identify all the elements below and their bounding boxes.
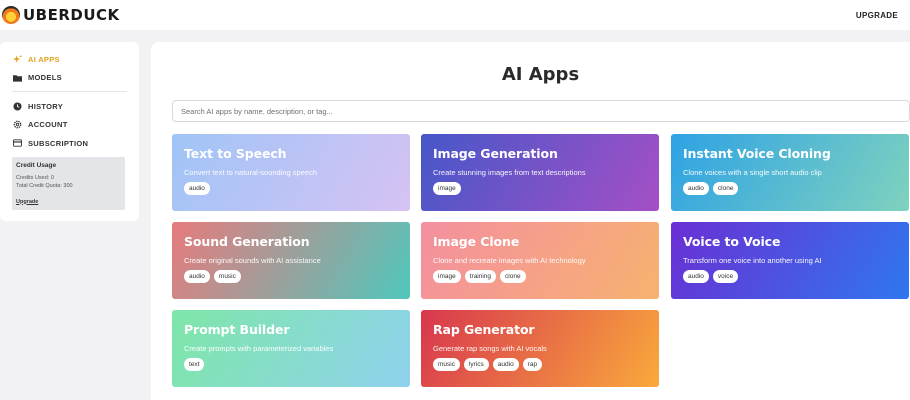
sidebar-item-account[interactable]: ACCOUNT xyxy=(12,116,127,135)
tag-chip[interactable]: text xyxy=(184,358,205,371)
app-card-tags: audio xyxy=(184,182,398,195)
sidebar-item-label: SUBSCRIPTION xyxy=(28,138,89,148)
app-card[interactable]: Rap Generator Generate rap songs with AI … xyxy=(421,310,659,387)
page-title: AI Apps xyxy=(501,64,580,85)
app-card-title: Rap Generator xyxy=(433,322,535,337)
clock-icon xyxy=(12,101,22,111)
app-card-description: Create stunning images from text descrip… xyxy=(433,168,586,177)
card-icon xyxy=(12,138,22,148)
sidebar-item-history[interactable]: HISTORY xyxy=(12,97,127,116)
gear-icon xyxy=(12,120,22,130)
tag-chip[interactable]: rap xyxy=(522,358,543,371)
sidebar-item-label: ACCOUNT xyxy=(28,120,68,130)
app-card-title: Image Clone xyxy=(433,234,520,249)
app-card[interactable]: Prompt Builder Create prompts with parame… xyxy=(172,310,410,387)
duck-logo-icon xyxy=(2,6,20,24)
app-card-description: Create prompts with parameterized variab… xyxy=(184,344,334,353)
top-bar: UBERDUCK UPGRADE xyxy=(0,0,910,30)
app-card-description: Clone voices with a single short audio c… xyxy=(683,168,822,177)
app-card-description: Convert text to natural-sounding speech xyxy=(184,168,317,177)
tag-chip[interactable]: music xyxy=(213,270,241,283)
app-card-description: Generate rap songs with AI vocals xyxy=(433,344,547,353)
app-card-tags: text xyxy=(184,358,398,371)
brand[interactable]: UBERDUCK xyxy=(2,6,120,24)
sidebar-item-ai-apps[interactable]: AI APPS xyxy=(12,50,127,69)
app-card-title: Instant Voice Cloning xyxy=(683,146,831,161)
app-card-title: Sound Generation xyxy=(184,234,310,249)
sparkle-icon xyxy=(12,54,22,64)
credit-quota: Total Credit Quota: 300 xyxy=(16,182,73,189)
app-card[interactable]: Sound Generation Create original sounds w… xyxy=(172,222,410,299)
credits-used: Credits Used: 0 xyxy=(16,174,54,181)
app-card[interactable]: Image Clone Clone and recreate images wit… xyxy=(421,222,659,299)
app-card-tags: audio clone xyxy=(683,182,897,195)
folder-icon xyxy=(12,73,22,83)
app-card-description: Create original sounds with AI assistanc… xyxy=(184,256,321,265)
app-card-tags: image training clone xyxy=(433,270,647,283)
sidebar-divider xyxy=(12,91,127,92)
app-card-tags: image xyxy=(433,182,647,195)
app-card[interactable]: Voice to Voice Transform one voice into a… xyxy=(671,222,909,299)
app-card-title: Text to Speech xyxy=(184,146,287,161)
search-input[interactable] xyxy=(172,100,910,122)
main-panel: AI Apps Text to Speech Convert text to na… xyxy=(151,42,910,400)
app-card[interactable]: Instant Voice Cloning Clone voices with a… xyxy=(671,134,909,211)
credit-usage-box: Credit Usage Credits Used: 0 Total Credi… xyxy=(12,156,125,210)
app-card-tags: audio music xyxy=(184,270,398,283)
app-card-description: Transform one voice into another using A… xyxy=(683,256,822,265)
tag-chip[interactable]: audio xyxy=(683,270,709,283)
tag-chip[interactable]: music xyxy=(433,358,460,371)
tag-chip[interactable]: image xyxy=(433,182,461,195)
tag-chip[interactable]: clone xyxy=(712,182,739,195)
sidebar-item-label: MODELS xyxy=(28,73,62,83)
sidebar-item-models[interactable]: MODELS xyxy=(12,69,127,88)
tag-chip[interactable]: clone xyxy=(500,270,526,283)
sidebar-item-label: HISTORY xyxy=(28,101,64,111)
app-card-title: Prompt Builder xyxy=(184,322,290,337)
app-card-title: Voice to Voice xyxy=(683,234,781,249)
app-card-title: Image Generation xyxy=(433,146,558,161)
tag-chip[interactable]: lyrics xyxy=(463,358,489,371)
upgrade-link[interactable]: UPGRADE xyxy=(856,11,898,20)
tag-chip[interactable]: audio xyxy=(184,182,210,195)
app-card-tags: audio voice xyxy=(683,270,897,283)
tag-chip[interactable]: voice xyxy=(712,270,739,283)
tag-chip[interactable]: audio xyxy=(492,358,519,371)
brand-name: UBERDUCK xyxy=(23,6,120,24)
sidebar-item-subscription[interactable]: SUBSCRIPTION xyxy=(12,134,127,153)
app-card[interactable]: Image Generation Create stunning images f… xyxy=(421,134,659,211)
tag-chip[interactable]: image xyxy=(433,270,461,283)
app-card-description: Clone and recreate images with AI techno… xyxy=(433,256,586,265)
tag-chip[interactable]: audio xyxy=(683,182,709,195)
sidebar-item-label: AI APPS xyxy=(28,54,60,64)
app-card-tags: music lyrics audio rap xyxy=(433,358,647,371)
tag-chip[interactable]: training xyxy=(464,270,497,283)
credit-usage-title: Credit Usage xyxy=(16,161,57,169)
credit-upgrade-link[interactable]: Upgrade xyxy=(16,199,38,205)
sidebar: AI APPS MODELS HISTORY ACCOUNT SUBSCRIPT… xyxy=(0,42,139,221)
tag-chip[interactable]: audio xyxy=(184,270,210,283)
app-card[interactable]: Text to Speech Convert text to natural-so… xyxy=(172,134,410,211)
